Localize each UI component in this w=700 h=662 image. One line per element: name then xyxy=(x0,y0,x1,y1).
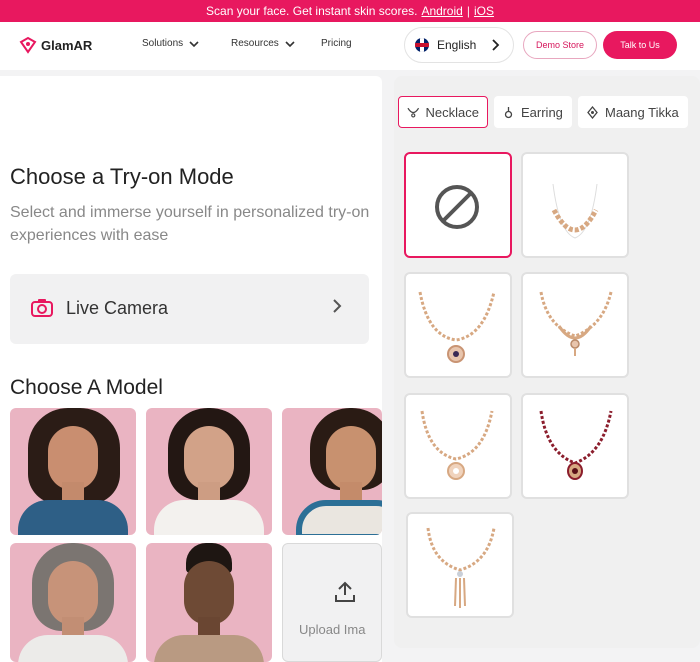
brand-name: GlamAR xyxy=(41,37,93,53)
necklace-icon xyxy=(407,107,420,118)
model-top xyxy=(18,635,128,662)
model-thumbnail[interactable] xyxy=(10,408,136,535)
tab-maang-tikka[interactable]: Maang Tikka xyxy=(578,96,688,128)
model-thumbnail[interactable] xyxy=(282,408,382,535)
talk-to-us-button[interactable]: Talk to Us xyxy=(603,31,677,59)
model-face xyxy=(48,426,98,490)
necklace-image xyxy=(420,410,494,480)
nav-pricing[interactable]: Pricing xyxy=(321,38,352,49)
brand-logo[interactable]: GlamAR xyxy=(19,36,92,54)
promo-banner: Scan your face. Get instant skin scores.… xyxy=(0,0,700,22)
necklace-image xyxy=(426,527,496,608)
banner-separator: | xyxy=(466,4,470,18)
choose-model-title: Choose A Model xyxy=(10,376,163,399)
chevron-right-icon xyxy=(333,299,342,313)
model-top xyxy=(18,500,128,535)
necklace-tile[interactable] xyxy=(404,272,512,378)
model-thumbnail[interactable] xyxy=(146,543,272,662)
nav-solutions-label: Solutions xyxy=(142,38,184,49)
model-thumbnail[interactable] xyxy=(10,543,136,662)
earring-icon xyxy=(504,106,513,118)
necklace-tile[interactable] xyxy=(521,152,629,258)
top-navigation: GlamAR Solutions Resources Pricing Engli… xyxy=(0,22,700,70)
tab-earring[interactable]: Earring xyxy=(494,96,572,128)
camera-icon xyxy=(31,299,53,317)
necklace-tile[interactable] xyxy=(406,512,514,618)
nav-resources-label: Resources xyxy=(231,38,279,49)
necklace-tile[interactable] xyxy=(521,272,629,378)
tab-earring-label: Earring xyxy=(521,104,563,120)
model-top xyxy=(296,500,382,535)
necklace-image xyxy=(551,183,599,239)
necklace-image xyxy=(539,291,613,356)
model-face xyxy=(326,426,376,490)
chevron-down-icon xyxy=(189,40,199,47)
page-title: Choose a Try-on Mode xyxy=(10,164,234,189)
tab-maang-tikka-label: Maang Tikka xyxy=(605,104,679,120)
upload-icon xyxy=(335,581,355,602)
live-camera-label: Live Camera xyxy=(66,298,169,318)
model-top xyxy=(154,635,264,662)
chevron-down-icon xyxy=(285,40,295,47)
tab-necklace[interactable]: Necklace xyxy=(398,96,488,128)
language-label: English xyxy=(437,38,477,52)
model-face xyxy=(184,426,234,490)
live-camera-button[interactable]: Live Camera xyxy=(10,274,369,344)
demo-store-button[interactable]: Demo Store xyxy=(523,31,597,59)
glamar-logo-icon xyxy=(19,36,37,54)
model-face xyxy=(48,561,98,625)
model-thumbnail[interactable] xyxy=(146,408,272,535)
uk-flag-icon xyxy=(415,38,429,52)
page-subtitle: Select and immerse yourself in personali… xyxy=(10,204,370,244)
android-link[interactable]: Android xyxy=(421,4,462,18)
chevron-right-icon xyxy=(492,39,500,51)
language-selector[interactable]: English xyxy=(404,27,514,63)
nav-pricing-label: Pricing xyxy=(321,38,352,49)
necklace-tile[interactable] xyxy=(521,393,629,499)
tab-necklace-label: Necklace xyxy=(425,104,479,120)
model-top xyxy=(154,500,264,535)
model-face xyxy=(184,561,234,625)
upload-image-button[interactable]: Upload Ima xyxy=(282,543,382,662)
no-necklace-tile[interactable] xyxy=(404,152,512,258)
ios-link[interactable]: iOS xyxy=(474,4,494,18)
maang-tikka-icon xyxy=(587,105,598,119)
upload-image-label: Upload Ima xyxy=(299,622,366,637)
none-icon xyxy=(435,185,479,229)
banner-text: Scan your face. Get instant skin scores. xyxy=(206,4,418,18)
necklace-tile[interactable] xyxy=(404,393,512,499)
nav-solutions[interactable]: Solutions xyxy=(142,38,199,49)
necklace-image xyxy=(418,291,496,363)
necklace-image xyxy=(539,410,613,480)
nav-resources[interactable]: Resources xyxy=(231,38,295,49)
